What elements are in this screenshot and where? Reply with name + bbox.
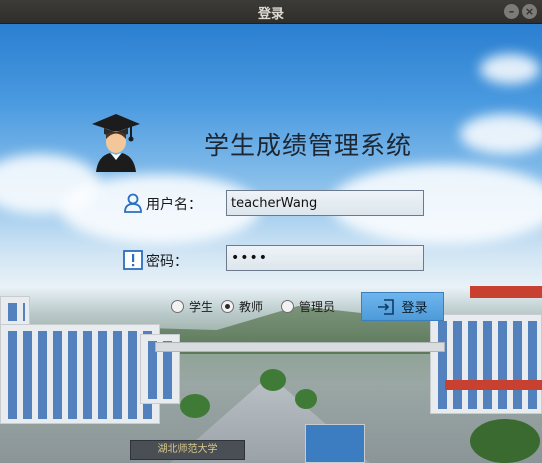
- username-label: 用户名：: [146, 197, 202, 213]
- user-icon: [124, 193, 142, 213]
- password-label: 密码：: [146, 254, 188, 270]
- password-input[interactable]: ••••: [226, 245, 424, 271]
- login-button-label: 登录: [401, 301, 428, 316]
- role-radio-admin[interactable]: 管理员: [281, 298, 335, 315]
- login-panel: 湖北师范大学 学生成绩管理系统 用户名： 密码： •••• 学生 教师 管理员: [0, 24, 542, 463]
- radio-circle[interactable]: [221, 300, 234, 313]
- role-radio-teacher[interactable]: 教师: [221, 298, 263, 315]
- close-icon[interactable]: ×: [522, 4, 537, 19]
- background-tree: [180, 394, 210, 418]
- radio-circle[interactable]: [281, 300, 294, 313]
- background-building: [430, 314, 542, 414]
- login-button[interactable]: 登录: [361, 292, 444, 321]
- background-gate-sign: 湖北师范大学: [130, 440, 245, 460]
- background-tree: [260, 369, 286, 391]
- background-cloud: [460, 114, 542, 154]
- background-tree: [470, 419, 540, 463]
- window-title: 登录: [257, 7, 284, 22]
- radio-circle[interactable]: [171, 300, 184, 313]
- exclamation-icon: [123, 250, 143, 270]
- role-label: 学生: [189, 300, 214, 314]
- background-cloud: [480, 54, 540, 84]
- username-input[interactable]: [226, 190, 424, 216]
- background-roof: [470, 286, 542, 298]
- graduate-logo-icon: [92, 114, 140, 172]
- role-label: 教师: [239, 300, 264, 314]
- background-building: [0, 324, 160, 424]
- app-title: 学生成绩管理系统: [204, 131, 413, 160]
- background-building: [0, 296, 30, 326]
- login-enter-icon: [378, 298, 395, 315]
- minimize-icon[interactable]: –: [504, 4, 519, 19]
- background-kiosk: [305, 424, 365, 463]
- gate-sign-text: 湖北师范大学: [157, 444, 218, 455]
- background-gate: [155, 342, 445, 352]
- background-sign: [445, 380, 542, 390]
- window-titlebar: 登录 – ×: [0, 0, 542, 24]
- role-radio-student[interactable]: 学生: [171, 298, 213, 315]
- background-tree: [295, 389, 317, 409]
- role-label: 管理员: [299, 300, 336, 314]
